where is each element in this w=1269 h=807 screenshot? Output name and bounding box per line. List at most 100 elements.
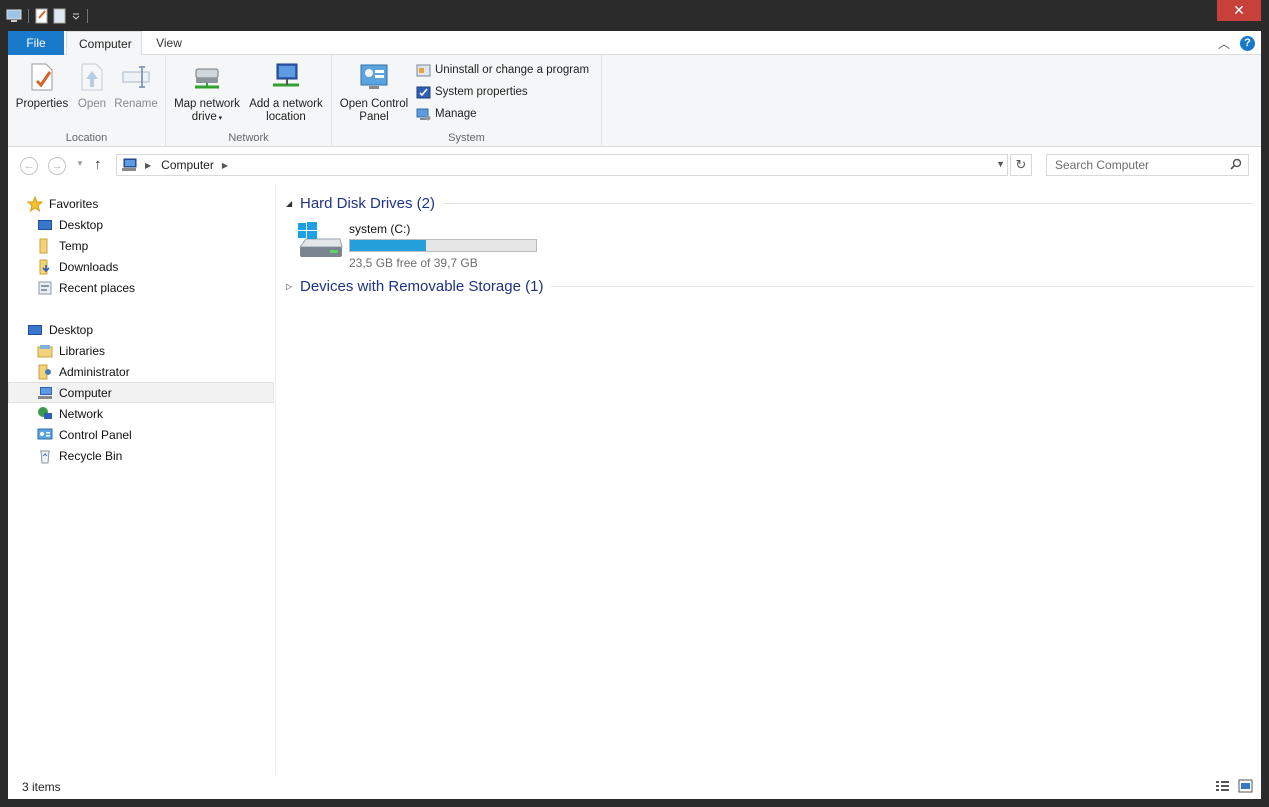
system-properties-button[interactable]: System properties xyxy=(416,82,528,102)
chevron-down-icon: ▾ xyxy=(216,115,223,122)
drive-item-c[interactable]: system (C:) 23,5 GB free of 39,7 GB xyxy=(296,221,546,271)
libraries-icon xyxy=(37,343,53,359)
windows-drive-icon xyxy=(298,222,343,257)
manage-label: Manage xyxy=(435,108,477,120)
nav-item-control-panel[interactable]: Control Panel xyxy=(8,424,274,445)
title-bar: ✕ xyxy=(0,0,1269,31)
open-label: Open xyxy=(77,98,107,110)
open-button[interactable]: Open xyxy=(72,61,112,111)
computer-icon xyxy=(37,385,53,401)
properties-label: Properties xyxy=(15,98,69,110)
nav-item-recent-places[interactable]: Recent places xyxy=(8,277,274,298)
divider xyxy=(443,202,1254,204)
search-input[interactable] xyxy=(1055,155,1225,175)
uninstall-program-label: Uninstall or change a program xyxy=(435,64,590,76)
address-location[interactable]: Computer xyxy=(161,158,214,172)
properties-icon[interactable] xyxy=(35,8,49,24)
nav-label: Control Panel xyxy=(59,427,132,442)
recent-locations-dropdown[interactable]: ▼ xyxy=(76,159,84,168)
recycle-bin-icon xyxy=(37,448,53,464)
nav-item-libraries[interactable]: Libraries xyxy=(8,340,274,361)
system-properties-label: System properties xyxy=(435,86,528,98)
close-button[interactable]: ✕ xyxy=(1217,0,1261,21)
control-panel-icon xyxy=(358,61,390,93)
group-header-removable-storage[interactable]: ▷ Devices with Removable Storage (1) xyxy=(286,276,1254,296)
group-header-label: Devices with Removable Storage (1) xyxy=(300,277,544,295)
back-button[interactable]: ← xyxy=(20,157,38,175)
nav-label: Desktop xyxy=(59,217,104,232)
map-network-drive-button[interactable]: Map network drive ▾ xyxy=(170,61,244,125)
chevron-down-icon[interactable] xyxy=(71,11,81,21)
refresh-button[interactable]: ↻ xyxy=(1010,154,1032,176)
tab-computer[interactable]: Computer xyxy=(66,31,142,56)
group-label-system: System xyxy=(448,132,485,144)
nav-item-downloads[interactable]: Downloads xyxy=(8,256,274,277)
add-network-location-button[interactable]: Add a network location xyxy=(246,61,326,124)
new-folder-icon[interactable] xyxy=(53,8,67,24)
nav-item-computer[interactable]: Computer xyxy=(8,382,274,403)
nav-item-administrator[interactable]: Administrator xyxy=(8,361,274,382)
downloads-icon xyxy=(37,259,53,275)
ribbon-tabs: File Computer View ︿ ? xyxy=(8,31,1261,56)
chevron-right-icon[interactable]: ▶ xyxy=(145,161,151,170)
navigation-bar: ← → ▼ ↑ ▶ Computer ▶ ▼ ↻ xyxy=(8,148,1261,183)
drive-usage-fill xyxy=(350,240,427,251)
group-label-network: Network xyxy=(228,132,269,144)
uninstall-program-button[interactable]: Uninstall or change a program xyxy=(416,60,589,80)
address-bar[interactable]: ▶ Computer ▶ ▼ xyxy=(116,154,1008,176)
divider xyxy=(551,285,1254,287)
rename-button[interactable]: Rename xyxy=(112,61,160,111)
details-view-icon[interactable] xyxy=(1215,779,1230,793)
nav-item-temp[interactable]: Temp xyxy=(8,235,274,256)
open-control-panel-button[interactable]: Open Control Panel xyxy=(336,61,412,124)
nav-label: Libraries xyxy=(59,343,106,358)
open-control-panel-label-1: Open Control xyxy=(339,98,409,110)
nav-item-network[interactable]: Network xyxy=(8,403,274,424)
view-buttons xyxy=(1215,779,1253,793)
search-icon[interactable] xyxy=(1230,158,1242,170)
group-label-location: Location xyxy=(65,132,108,144)
computer-icon xyxy=(6,9,22,22)
search-box xyxy=(1046,154,1249,176)
group-system: Open Control Panel Uninstall or change a… xyxy=(332,55,602,147)
nav-item-desktop-favorite[interactable]: Desktop xyxy=(8,214,274,235)
nav-favorites[interactable]: Favorites xyxy=(8,193,274,214)
group-network: Map network drive ▾ Add a network locati… xyxy=(166,55,332,147)
up-button[interactable]: ↑ xyxy=(94,156,102,173)
user-folder-icon xyxy=(37,364,53,380)
ribbon-controls: ︿ ? xyxy=(1218,35,1255,52)
separator xyxy=(87,9,88,23)
nav-label: Favorites xyxy=(49,196,99,211)
desktop-icon xyxy=(27,322,43,338)
recent-places-icon xyxy=(37,280,53,296)
expand-arrow-icon[interactable]: ▷ xyxy=(286,282,300,291)
group-header-hard-disk-drives[interactable]: ◢ Hard Disk Drives (2) xyxy=(286,193,1254,213)
nav-desktop[interactable]: Desktop xyxy=(8,319,274,340)
address-dropdown-icon[interactable]: ▼ xyxy=(996,159,1005,169)
collapse-arrow-icon[interactable]: ◢ xyxy=(286,199,300,208)
tab-view[interactable]: View xyxy=(144,31,194,55)
explorer-window: File Computer View ︿ ? Properties Open R… xyxy=(8,31,1261,799)
group-header-label: Hard Disk Drives (2) xyxy=(300,194,436,212)
rename-icon xyxy=(120,61,152,93)
nav-label: Recent places xyxy=(59,280,136,295)
computer-icon xyxy=(122,158,137,171)
properties-button[interactable]: Properties xyxy=(14,61,70,111)
manage-button[interactable]: Manage xyxy=(416,104,477,124)
manage-icon xyxy=(416,107,431,122)
tiles-view-icon[interactable] xyxy=(1238,779,1253,793)
chevron-up-icon[interactable]: ︿ xyxy=(1218,35,1230,52)
help-icon[interactable]: ? xyxy=(1240,36,1255,51)
chevron-right-icon[interactable]: ▶ xyxy=(222,161,228,170)
quick-access-toolbar xyxy=(6,6,90,26)
open-icon xyxy=(76,61,108,93)
network-location-icon xyxy=(270,61,302,93)
network-drive-icon xyxy=(191,61,223,93)
nav-label: Administrator xyxy=(59,364,130,379)
nav-item-recycle-bin[interactable]: Recycle Bin xyxy=(8,445,274,466)
tab-file[interactable]: File xyxy=(8,31,64,55)
content-pane: ◢ Hard Disk Drives (2) system (C:) 23,5 … xyxy=(278,183,1261,775)
group-location: Properties Open Rename Location xyxy=(8,55,166,147)
forward-button[interactable]: → xyxy=(48,157,66,175)
nav-label: Recycle Bin xyxy=(59,448,123,463)
